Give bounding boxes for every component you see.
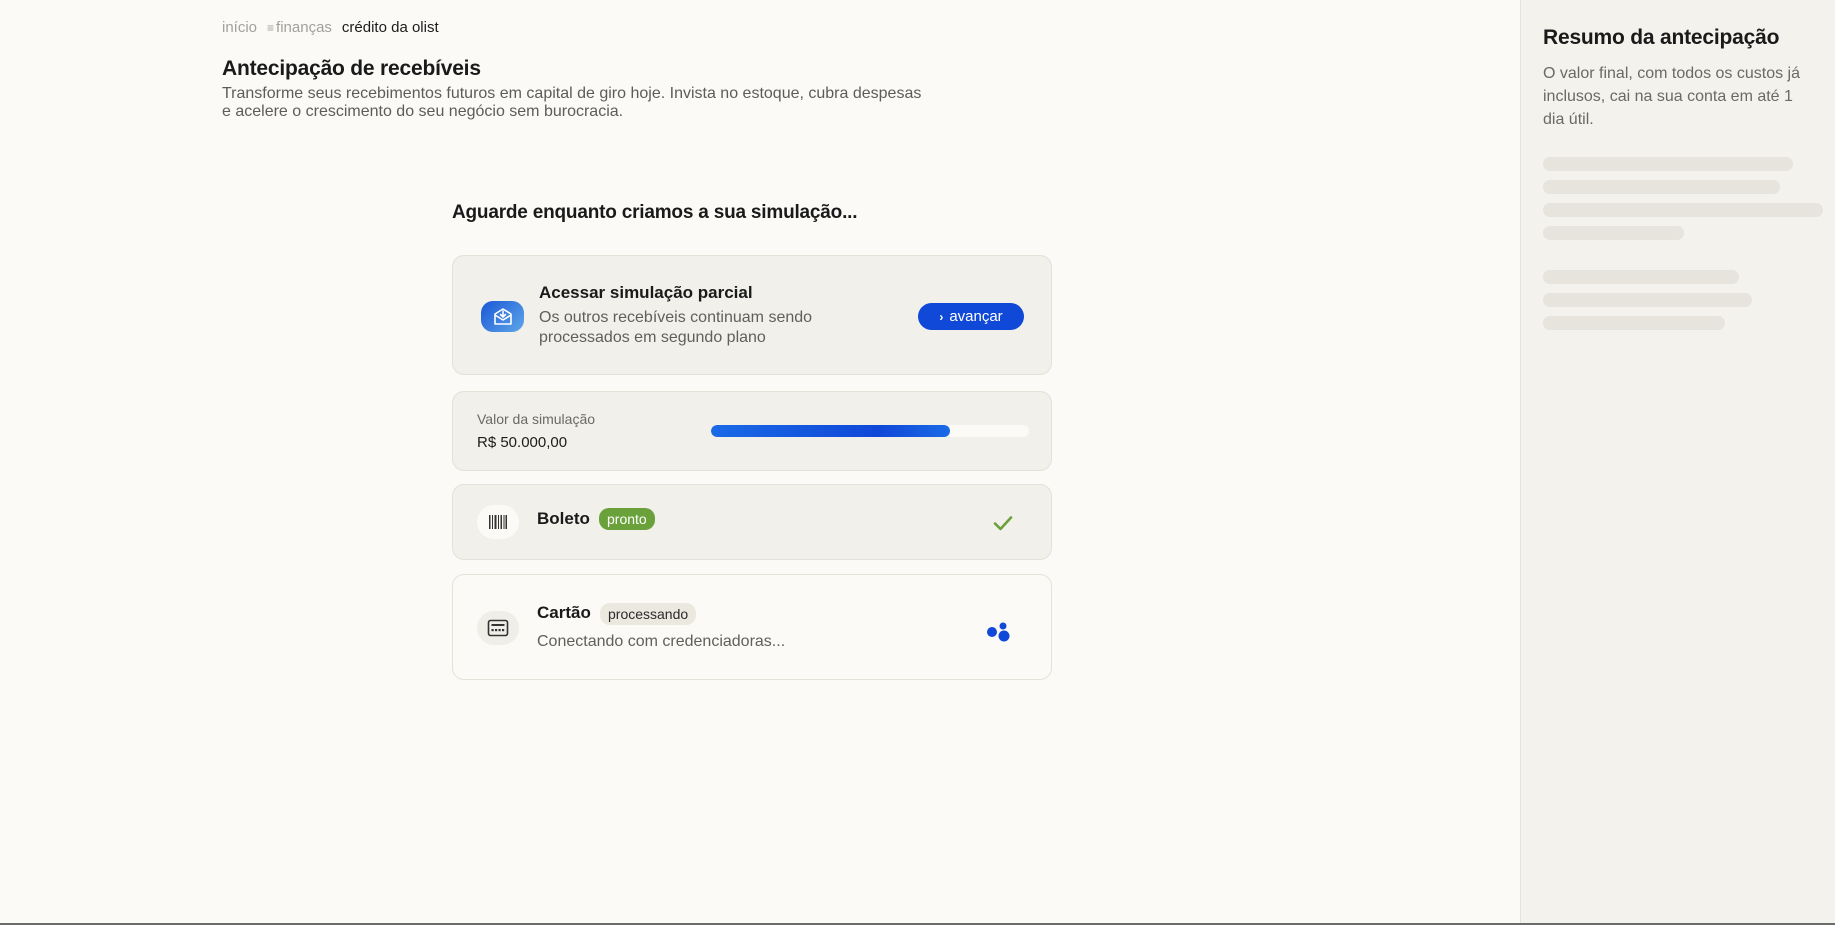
loading-dots-icon [987, 622, 1010, 642]
card-terminal-icon [477, 611, 519, 645]
barcode-icon [477, 505, 519, 539]
simulation-value-card: Valor da simulação R$ 50.000,00 [452, 391, 1052, 471]
cartao-title: Cartão [537, 603, 591, 622]
cartao-description: Conectando com credenciadoras... [537, 633, 786, 650]
simulation-value-label: Valor da simulação [477, 411, 596, 427]
boleto-card: Boleto pronto [452, 484, 1052, 560]
summary-text: O valor final, com todos os custos já in… [1543, 65, 1800, 128]
skeleton-line [1543, 293, 1752, 307]
breadcrumb-financas-label: finanças [276, 19, 332, 36]
simulation-progress-bar [711, 425, 1029, 437]
chevron-right-icon: › [939, 309, 944, 324]
breadcrumb-current: crédito da olist [341, 19, 439, 36]
skeleton-line [1543, 226, 1684, 240]
partial-simulation-description: Os outros recebíveis continuam sendo pro… [539, 309, 813, 346]
page-title: Antecipação de recebíveis [222, 57, 481, 80]
summary-sidebar: Resumo da antecipação O valor final, com… [1520, 0, 1835, 925]
simulation-progress-fill [711, 425, 950, 437]
boleto-status-badge: pronto [599, 508, 655, 530]
skeleton-group [1543, 157, 1823, 240]
breadcrumb-home[interactable]: início [222, 19, 257, 36]
download-mail-icon [481, 301, 524, 332]
partial-simulation-card: Acessar simulação parcial Os outros rece… [452, 255, 1052, 375]
check-icon [993, 516, 1013, 531]
advance-button-label: avançar [949, 308, 1003, 325]
skeleton-line [1543, 316, 1725, 330]
cartao-card: Cartão processando Conectando com creden… [452, 574, 1052, 680]
skeleton-line [1543, 157, 1793, 171]
boleto-title: Boleto [537, 509, 590, 528]
partial-simulation-title: Acessar simulação parcial [539, 283, 753, 302]
summary-title: Resumo da antecipação [1543, 26, 1780, 49]
skeleton-line [1543, 270, 1739, 284]
skeleton-line [1543, 203, 1823, 217]
breadcrumb: início ≡ finanças crédito da olist [222, 19, 439, 36]
main-content: início ≡ finanças crédito da olist Anteci… [0, 0, 1520, 925]
cartao-status-badge: processando [600, 603, 697, 625]
page-description: Transforme seus recebimentos futuros em … [222, 85, 922, 120]
breadcrumb-financas[interactable]: ≡ finanças [267, 19, 332, 36]
skeleton-line [1543, 180, 1780, 194]
simulation-value-amount: R$ 50.000,00 [477, 434, 568, 451]
menu-icon: ≡ [267, 21, 275, 35]
skeleton-group [1543, 270, 1813, 330]
simulation-heading: Aguarde enquanto criamos a sua simulação… [452, 202, 858, 223]
advance-button[interactable]: › avançar [918, 303, 1024, 330]
